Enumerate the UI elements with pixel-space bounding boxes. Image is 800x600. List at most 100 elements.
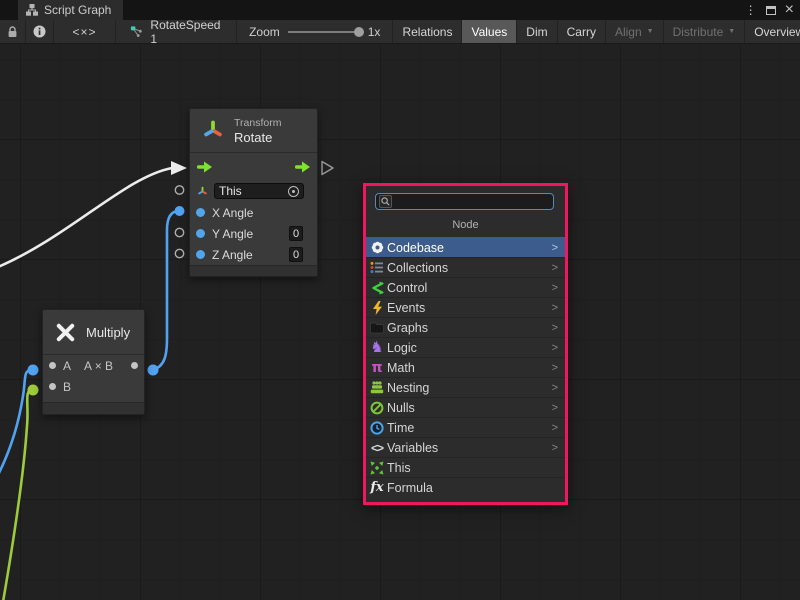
y-angle-port-row: Y Angle 0 [190,223,317,244]
flow-port-row [190,153,317,180]
port-z-angle-unconnected[interactable] [175,249,183,257]
unity-visual-scripting-window: Script Graph ⋮ × <×> [0,0,800,600]
distribute-dropdown[interactable]: Distribute ▼ [664,20,746,43]
finder-item-this[interactable]: This [366,457,565,477]
overview-button[interactable]: Overview [745,20,800,43]
clock-icon [369,420,385,436]
align-dropdown[interactable]: Align ▼ [606,20,664,43]
finder-item-label: Formula [387,481,433,495]
dim-label: Dim [526,25,547,39]
zoom-slider[interactable] [288,31,360,33]
code-icon: <×> [72,25,96,39]
finder-item-label: Control [387,281,427,295]
distribute-label: Distribute [673,25,724,39]
value-wire-blue-result[interactable] [153,211,179,370]
graph-node-icon [130,25,143,38]
object-picker-icon[interactable] [288,186,299,197]
node-category: Transform [234,117,281,130]
pi-icon: π [369,360,385,376]
flow-out-arrow-icon[interactable] [294,161,311,173]
this-port-row: This [190,180,317,202]
y-angle-port-icon[interactable] [196,229,205,238]
search-input[interactable] [398,195,553,209]
chevron-right-icon: > [552,342,558,354]
multiply-a-label: A [63,359,71,373]
finder-item-label: This [387,461,411,475]
finder-item-nulls[interactable]: Nulls > [366,397,565,417]
align-label: Align [615,25,642,39]
values-button[interactable]: Values [462,20,517,43]
relations-label: Relations [402,25,452,39]
port-multiply-a-connected[interactable] [28,365,39,376]
finder-item-logic[interactable]: ♞ Logic > [366,337,565,357]
multiply-node[interactable]: Multiply A A × B B [42,309,145,415]
window-controls: ⋮ × [745,0,794,20]
z-angle-value-field[interactable]: 0 [289,247,303,262]
info-button[interactable] [26,20,54,43]
angle-brackets-icon: <> [369,440,385,456]
port-flow-out-unconnected[interactable] [322,162,333,175]
chevron-right-icon: > [552,322,558,334]
finder-item-time[interactable]: Time > [366,417,565,437]
port-multiply-b-connected[interactable] [28,385,39,396]
window-menu-icon[interactable]: ⋮ [745,3,757,17]
search-icon [379,195,392,208]
relations-button[interactable]: Relations [393,20,462,43]
graph-tab-icon [26,4,38,16]
x-angle-port-row: X Angle [190,202,317,223]
zoom-slider-handle[interactable] [354,27,364,37]
titlebar: Script Graph ⋮ × [0,0,800,20]
port-this-unconnected[interactable] [175,186,183,194]
multiply-node-footer [43,402,144,414]
finder-item-codebase[interactable]: Codebase > [366,237,565,257]
multiply-output-port-icon[interactable] [131,362,138,369]
dim-button[interactable]: Dim [517,20,557,43]
branch-icon [369,280,385,296]
z-angle-label: Z Angle [212,248,253,262]
multiply-a-port-icon[interactable] [49,362,56,369]
lock-button[interactable] [0,20,26,43]
finder-header: Node [366,214,565,237]
finder-item-label: Graphs [387,321,428,335]
multiply-icon [53,320,78,345]
carry-button[interactable]: Carry [558,20,606,43]
port-y-angle-unconnected[interactable] [175,228,183,236]
finder-search-box[interactable] [375,193,554,210]
finder-item-nesting[interactable]: Nesting > [366,377,565,397]
code-view-button[interactable]: <×> [54,20,116,43]
graph-breadcrumb[interactable]: RotateSpeed 1 [116,20,237,43]
finder-item-control[interactable]: Control > [366,277,565,297]
this-field-value: This [219,184,242,198]
chevron-right-icon: > [552,282,558,294]
flow-in-arrow-icon[interactable] [196,161,213,173]
multiply-a-row: A A × B [43,355,144,376]
this-object-field[interactable]: This [214,183,304,199]
port-multiply-output-connected[interactable] [148,365,159,376]
node-finder-popup: Node Codebase > Collections > Contr [363,183,568,505]
y-angle-value-field[interactable]: 0 [289,226,303,241]
knight-icon: ♞ [369,340,385,356]
maximize-icon[interactable] [766,6,776,15]
x-angle-port-icon[interactable] [196,208,205,217]
close-icon[interactable]: × [785,5,794,15]
finder-item-formula[interactable]: fx Formula [366,477,565,497]
null-icon [369,400,385,416]
transform-rotate-node[interactable]: Transform Rotate This [189,108,318,277]
finder-item-variables[interactable]: <> Variables > [366,437,565,457]
finder-item-events[interactable]: Events > [366,297,565,317]
multiply-b-port-icon[interactable] [49,383,56,390]
finder-item-collections[interactable]: Collections > [366,257,565,277]
tab-script-graph[interactable]: Script Graph [18,0,123,20]
z-angle-port-icon[interactable] [196,250,205,259]
port-x-angle-connected[interactable] [175,206,185,216]
tab-title: Script Graph [44,3,111,17]
z-angle-port-row: Z Angle 0 [190,244,317,265]
y-angle-label: Y Angle [212,227,253,241]
chevron-down-icon: ▼ [647,28,654,35]
node-title: Rotate [234,130,281,145]
finder-item-graphs[interactable]: Graphs > [366,317,565,337]
graph-canvas[interactable]: Transform Rotate This [0,44,800,600]
finder-item-math[interactable]: π Math > [366,357,565,377]
finder-item-label: Events [387,301,425,315]
flow-wire[interactable] [0,168,172,267]
